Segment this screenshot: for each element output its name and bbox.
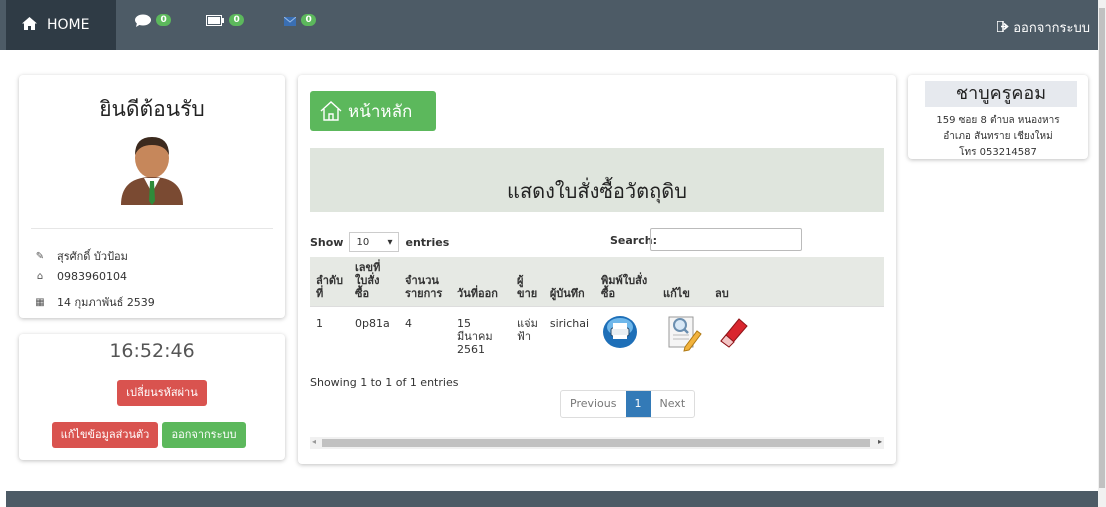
welcome-heading: ยินดีต้อนรับ bbox=[99, 97, 205, 121]
col-header-date[interactable]: วันที่ออก bbox=[451, 257, 512, 307]
shop-phone: โทร 053214587 bbox=[959, 147, 1037, 158]
scroll-right-arrow-icon[interactable]: ▸ bbox=[878, 437, 882, 446]
col-header-edit[interactable]: แก้ไข bbox=[657, 257, 710, 307]
profile-name-row: ✎ สุรศักดิ์ บัวป้อม bbox=[33, 247, 128, 265]
cell-order-no: 0p81a bbox=[349, 306, 400, 367]
cell-date: 15 มีนาคม 2561 bbox=[451, 306, 512, 367]
profile-phone-row: ⌂ 0983960104 bbox=[33, 270, 127, 283]
eraser-delete-icon[interactable] bbox=[715, 318, 751, 352]
shop-address-line2: อำเภอ สันทราย เชียงใหม่ bbox=[943, 131, 1053, 142]
col-header-items[interactable]: จำนวนรายการ bbox=[399, 257, 452, 307]
profile-panel: ยินดีต้อนรับ ✎ สุรศักดิ์ บัวป้อม ⌂ 09839… bbox=[19, 75, 285, 318]
show-label: Show bbox=[310, 235, 344, 249]
logout-nav-label: ออกจากระบบ bbox=[1013, 21, 1090, 36]
home-button-label: หน้าหลัก bbox=[348, 101, 413, 122]
edit-document-icon[interactable] bbox=[663, 316, 703, 356]
table-row: 1 0p81a 4 15 มีนาคม 2561 แจ่มฟ้า siricha… bbox=[310, 306, 884, 367]
table-horizontal-scrollbar[interactable]: ◂ ▸ bbox=[310, 437, 884, 449]
battery-icon bbox=[206, 14, 228, 30]
home-small-icon: ⌂ bbox=[36, 271, 44, 282]
sign-out-icon bbox=[996, 20, 1013, 36]
cell-recorder: sirichai bbox=[543, 306, 596, 367]
entries-select[interactable]: 10 ▾ bbox=[349, 232, 400, 252]
shop-name: ชาบูครูคอม bbox=[925, 81, 1077, 107]
col-header-no[interactable]: ลำดับที่ bbox=[310, 257, 350, 307]
col-header-delete[interactable]: ลบ bbox=[709, 257, 884, 307]
cell-print bbox=[595, 306, 658, 367]
change-password-button[interactable]: เปลี่ยนรหัสผ่าน bbox=[117, 380, 207, 406]
top-navbar: HOME 0 0 0 ออกจากระบบ bbox=[0, 0, 1098, 50]
pencil-icon: ✎ bbox=[35, 250, 45, 262]
pagination: Previous 1 Next bbox=[560, 390, 696, 418]
orders-table: ลำดับที่ เลขที่ใบสั่งซื้อ จำนวนรายการ วั… bbox=[310, 257, 884, 367]
entries-label: entries bbox=[405, 235, 450, 249]
tasks-nav-link[interactable]: 0 bbox=[206, 14, 244, 30]
col-header-seller[interactable]: ผู้ขาย bbox=[511, 257, 544, 307]
main-panel: หน้าหลัก แสดงใบสั่งซื้อวัตถุดิบ Show 10 … bbox=[298, 75, 896, 464]
col-header-recorder[interactable]: ผู้บันทึก bbox=[543, 257, 596, 307]
messages-badge: 0 bbox=[156, 14, 171, 26]
cell-items: 4 bbox=[399, 306, 452, 367]
tasks-badge: 0 bbox=[229, 14, 244, 26]
home-nav-label: HOME bbox=[47, 17, 90, 33]
search-input[interactable] bbox=[650, 228, 802, 251]
vertical-scroll-thumb[interactable] bbox=[1099, 8, 1105, 488]
profile-birthdate: 14 กุมภาพันธ์ 2539 bbox=[57, 296, 155, 309]
profile-phone: 0983960104 bbox=[57, 270, 127, 283]
alerts-badge: 0 bbox=[301, 14, 316, 26]
col-header-print[interactable]: พิมพ์ใบสั่งซื้อ bbox=[595, 257, 658, 307]
previous-page-button[interactable]: Previous bbox=[561, 391, 626, 417]
home-nav-link[interactable]: HOME bbox=[6, 0, 116, 50]
scroll-left-arrow-icon[interactable]: ◂ bbox=[312, 437, 316, 446]
logout-nav-link[interactable]: ออกจากระบบ bbox=[996, 17, 1090, 38]
profile-divider bbox=[31, 228, 273, 229]
envelope-icon bbox=[283, 14, 300, 30]
house-outline-icon bbox=[320, 101, 342, 121]
alerts-nav-link[interactable]: 0 bbox=[283, 14, 316, 30]
dropdown-arrow-icon: ▾ bbox=[387, 236, 393, 248]
col-header-order-no[interactable]: เลขที่ใบสั่งซื้อ bbox=[349, 257, 400, 307]
home-icon bbox=[22, 16, 37, 34]
cell-no: 1 bbox=[310, 306, 350, 367]
next-page-button[interactable]: Next bbox=[651, 391, 695, 417]
page-title: แสดงใบสั่งซื้อวัตถุดิบ bbox=[507, 179, 687, 203]
profile-birthdate-row: ▦ 14 กุมภาพันธ์ 2539 bbox=[33, 293, 155, 311]
user-avatar bbox=[117, 133, 187, 208]
profile-name: สุรศักดิ์ บัวป้อม bbox=[57, 250, 128, 263]
shop-address-line1: 159 ซอย 8 ตำบล หนองหาร bbox=[936, 115, 1060, 126]
edit-profile-button[interactable]: แก้ไขข้อมูลส่วนตัว bbox=[52, 422, 158, 448]
entries-control: Show 10 ▾ entries bbox=[310, 232, 449, 252]
shop-info-panel: ชาบูครูคอม 159 ซอย 8 ตำบล หนองหาร อำเภอ … bbox=[908, 75, 1088, 159]
page-vertical-scrollbar[interactable] bbox=[1098, 0, 1106, 507]
page-heading-band: แสดงใบสั่งซื้อวัตถุดิบ bbox=[310, 148, 884, 212]
messages-nav-link[interactable]: 0 bbox=[135, 14, 171, 31]
table-info: Showing 1 to 1 of 1 entries bbox=[310, 376, 459, 389]
clock: 16:52:46 bbox=[109, 340, 195, 362]
current-page-button[interactable]: 1 bbox=[625, 391, 651, 417]
print-order-icon[interactable] bbox=[601, 316, 639, 352]
table-header-row: ลำดับที่ เลขที่ใบสั่งซื้อ จำนวนรายการ วั… bbox=[310, 257, 884, 307]
logout-button[interactable]: ออกจากระบบ bbox=[162, 422, 246, 448]
account-actions-panel: 16:52:46 เปลี่ยนรหัสผ่าน แก้ไขข้อมูลส่วน… bbox=[19, 334, 285, 460]
calendar-icon: ▦ bbox=[35, 296, 45, 308]
entries-value: 10 bbox=[356, 236, 370, 248]
cell-delete bbox=[709, 306, 884, 367]
cell-seller: แจ่มฟ้า bbox=[511, 306, 544, 367]
page-footer-bar bbox=[6, 491, 1098, 507]
comment-icon bbox=[135, 14, 155, 31]
cell-edit bbox=[657, 306, 710, 367]
home-button[interactable]: หน้าหลัก bbox=[310, 91, 436, 131]
horizontal-scroll-thumb[interactable] bbox=[322, 439, 870, 447]
